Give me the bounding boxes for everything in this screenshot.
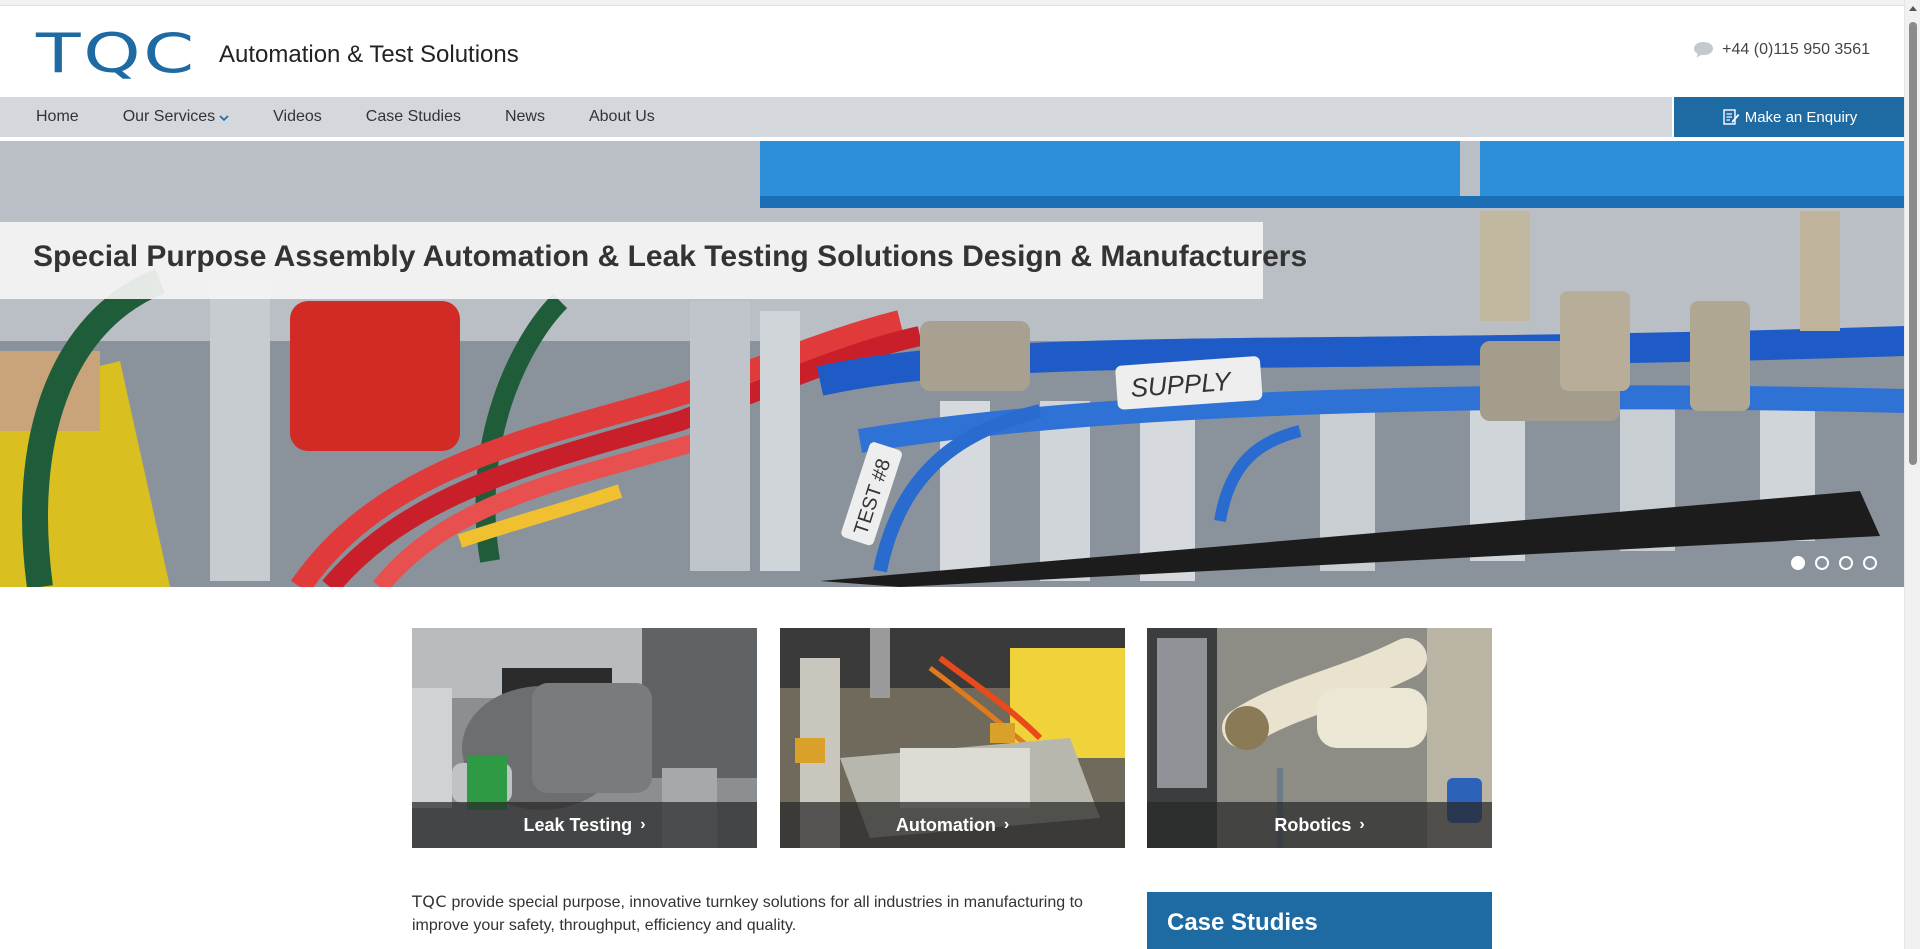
case-studies-panel[interactable]: Case Studies bbox=[1147, 892, 1492, 949]
page-scrollbar[interactable] bbox=[1904, 0, 1920, 949]
nav-item-news[interactable]: News bbox=[505, 108, 545, 126]
chevron-right-icon: › bbox=[1003, 816, 1010, 833]
chevron-down-icon bbox=[219, 115, 229, 122]
tile-label: Robotics › bbox=[1147, 802, 1492, 848]
slide-dot-2[interactable] bbox=[1815, 556, 1829, 570]
phone-number: +44 (0)115 950 3561 bbox=[1722, 41, 1870, 58]
tile-label-text: Automation bbox=[895, 814, 996, 835]
nav-item-home[interactable]: Home bbox=[36, 108, 79, 126]
nav-label: Videos bbox=[273, 108, 322, 125]
intro-text: provide special purpose, innovative turn… bbox=[412, 894, 1083, 934]
site-logo[interactable]: TQC Automation & Test Solutions bbox=[36, 27, 519, 81]
nav-label: About Us bbox=[588, 108, 655, 125]
tile-leak-testing[interactable]: Leak Testing › bbox=[412, 628, 757, 848]
site-header: TQC Automation & Test Solutions +44 (0)1… bbox=[0, 6, 1905, 97]
hero-slider: SUPPLY TEST #8 Special Purpose Assembly … bbox=[0, 141, 1905, 587]
tile-automation[interactable]: Automation › bbox=[780, 628, 1125, 848]
edit-form-icon bbox=[1723, 109, 1740, 125]
nav-item-videos[interactable]: Videos bbox=[273, 108, 322, 126]
slider-pagination bbox=[1781, 556, 1877, 570]
phone-contact[interactable]: +44 (0)115 950 3561 bbox=[1693, 41, 1870, 59]
scroll-up-arrow-icon[interactable] bbox=[1905, 0, 1920, 17]
hero-title-banner: Special Purpose Assembly Automation & Le… bbox=[0, 222, 1307, 299]
nav-label: News bbox=[504, 108, 545, 125]
tile-label-text: Robotics bbox=[1274, 814, 1352, 835]
nav-item-about-us[interactable]: About Us bbox=[589, 108, 655, 126]
chevron-right-icon: › bbox=[1359, 816, 1365, 833]
chat-bubble-icon bbox=[1694, 42, 1714, 58]
scrollbar-thumb[interactable] bbox=[1909, 22, 1917, 465]
hero-photo: SUPPLY TEST #8 bbox=[0, 141, 1905, 587]
chevron-right-icon: › bbox=[640, 816, 646, 833]
intro-brand: TQC bbox=[412, 892, 448, 911]
make-enquiry-button[interactable]: Make an Enquiry bbox=[1672, 97, 1905, 137]
nav-item-case-studies[interactable]: Case Studies bbox=[366, 108, 461, 126]
main-navigation: Home Our Services Videos Case Studies Ne… bbox=[0, 97, 1905, 137]
slide-dot-3[interactable] bbox=[1839, 556, 1853, 570]
logo-mark: TQC bbox=[36, 22, 197, 85]
tile-label: Automation › bbox=[780, 802, 1125, 848]
slide-dot-4[interactable] bbox=[1863, 556, 1877, 570]
make-enquiry-label: Make an Enquiry bbox=[1744, 108, 1858, 126]
tile-label: Leak Testing › bbox=[412, 802, 757, 848]
intro-paragraph: TQC provide special purpose, innovative … bbox=[412, 890, 1132, 937]
tile-label-text: Leak Testing bbox=[523, 814, 633, 835]
hero-title: Special Purpose Assembly Automation & Le… bbox=[33, 240, 1308, 273]
case-studies-title: Case Studies bbox=[1167, 909, 1318, 936]
slide-dot-1[interactable] bbox=[1791, 556, 1805, 570]
tile-robotics[interactable]: Robotics › bbox=[1147, 628, 1492, 848]
logo-tagline: Automation & Test Solutions bbox=[219, 41, 519, 68]
nav-item-our-services[interactable]: Our Services bbox=[123, 108, 229, 126]
nav-label: Home bbox=[36, 108, 79, 125]
nav-label: Case Studies bbox=[365, 108, 461, 125]
nav-label: Our Services bbox=[122, 108, 216, 125]
